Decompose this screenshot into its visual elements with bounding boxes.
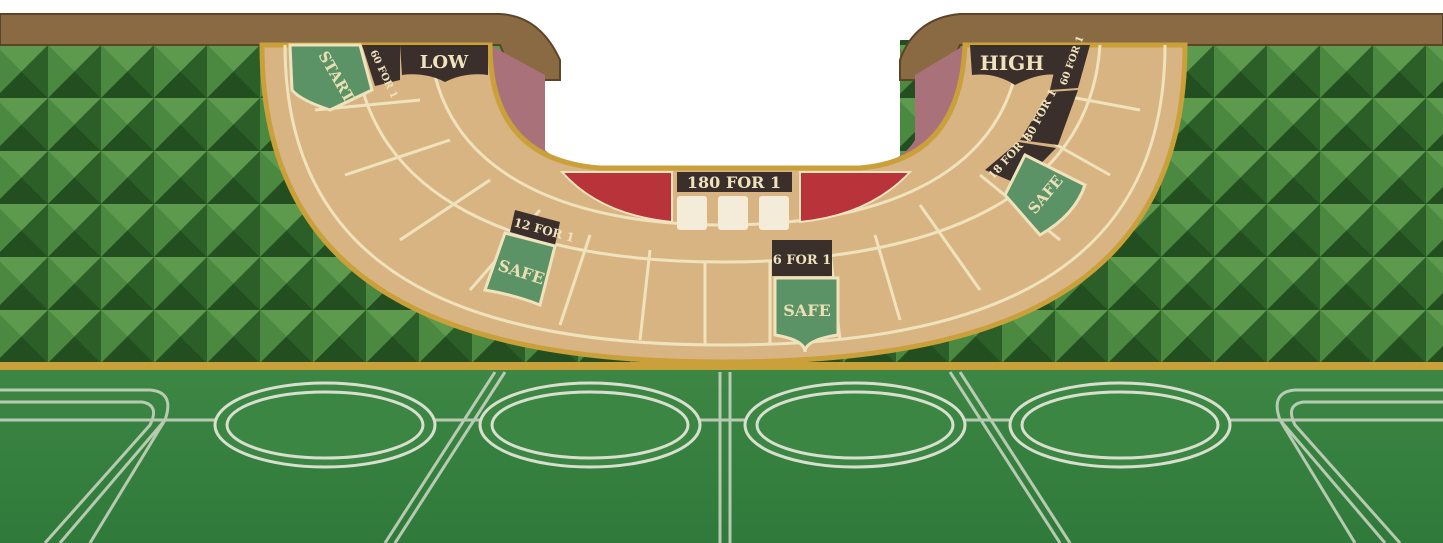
betting-circle-3[interactable] (743, 381, 967, 469)
odds-6-label: 6 FOR 1 (773, 253, 832, 268)
betting-circle-1[interactable] (213, 381, 437, 469)
dice-icon (677, 196, 789, 230)
betting-circle-2[interactable] (478, 381, 702, 469)
high-label: HIGH (980, 51, 1044, 75)
low-label: LOW (420, 52, 469, 73)
safe-center-space[interactable]: SAFE (783, 301, 831, 320)
center-odds-180: 180 FOR 1 (687, 173, 781, 192)
betting-circle-4[interactable] (1008, 381, 1232, 469)
game-board: 180 FOR 1 START 60 FOR 1 LOW 12 FOR 1 SA… (0, 0, 1443, 543)
